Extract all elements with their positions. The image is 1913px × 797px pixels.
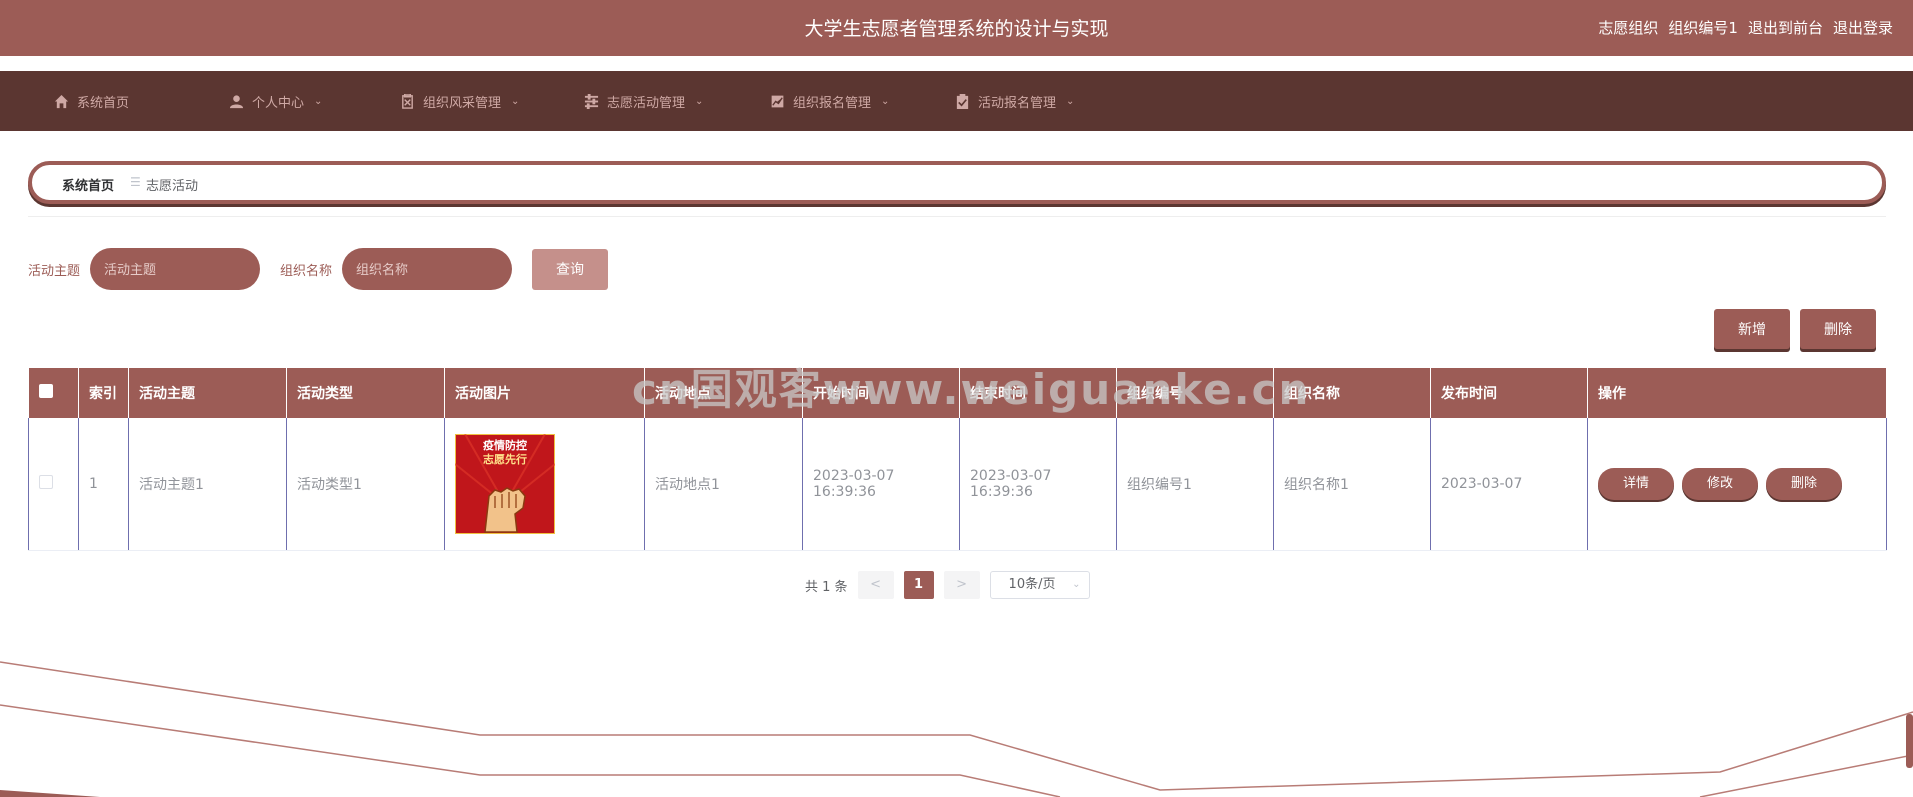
column-header: 发布时间 bbox=[1430, 368, 1588, 418]
chevron-down-icon: ⌄ bbox=[881, 95, 890, 107]
cell-index: 1 bbox=[78, 418, 129, 551]
user-role: 志愿组织 bbox=[1598, 19, 1659, 37]
page-size-select[interactable]: 10条/页 ⌄ bbox=[989, 571, 1090, 599]
table-header-row: 索引 活动主题 活动类型 活动图片 活动地点 开始时间 结束时间 组织编号 组织… bbox=[28, 368, 1887, 418]
nav-item-org-registration[interactable]: 组织报名管理 ⌄ bbox=[770, 71, 889, 131]
column-header: 活动主题 bbox=[128, 368, 287, 418]
select-all-checkbox[interactable] bbox=[38, 384, 53, 398]
batch-delete-button[interactable]: 删除 bbox=[1800, 309, 1876, 349]
nav-item-label: 组织风采管理 bbox=[423, 95, 502, 111]
page-size-value: 10条/页 bbox=[1008, 577, 1056, 592]
activity-table: 索引 活动主题 活动类型 活动图片 活动地点 开始时间 结束时间 组织编号 组织… bbox=[28, 368, 1887, 551]
column-header: 活动地点 bbox=[644, 368, 803, 418]
column-header: 组织名称 bbox=[1273, 368, 1431, 418]
image-caption-line1: 疫情防控 bbox=[483, 438, 527, 452]
nav-item-personal-center[interactable]: 个人中心 ⌄ bbox=[229, 71, 322, 131]
row-checkbox[interactable] bbox=[39, 474, 53, 489]
cell-start-time: 2023-03-07 16:39:36 bbox=[802, 418, 960, 551]
exit-to-front-link[interactable]: 退出到前台 bbox=[1748, 17, 1823, 38]
total-count: 共 1 条 bbox=[805, 579, 848, 595]
row-select-cell[interactable] bbox=[28, 418, 79, 551]
breadcrumb: 系统首页 ☰ 志愿活动 bbox=[28, 161, 1886, 204]
topic-search-input[interactable] bbox=[90, 248, 261, 290]
header-user-area: 志愿组织 组织编号1 退出到前台 退出登录 bbox=[1598, 17, 1893, 38]
column-header: 活动类型 bbox=[286, 368, 445, 418]
scrollbar-thumb[interactable] bbox=[1906, 714, 1913, 768]
divider bbox=[28, 216, 1886, 217]
sliders-icon bbox=[584, 93, 599, 109]
next-page-button[interactable]: > bbox=[943, 571, 980, 599]
cell-type: 活动类型1 bbox=[286, 418, 445, 551]
nav-item-label: 活动报名管理 bbox=[978, 95, 1057, 111]
logout-link[interactable]: 退出登录 bbox=[1833, 17, 1893, 38]
org-name-label: 组织名称 bbox=[280, 263, 333, 279]
chevron-down-icon: ⌄ bbox=[511, 95, 520, 107]
chevron-down-icon: ⌄ bbox=[695, 95, 704, 107]
pagination: 共 1 条 < 1 > 10条/页 ⌄ bbox=[805, 571, 1090, 599]
add-button[interactable]: 新增 bbox=[1714, 309, 1790, 349]
table-row: 1 活动主题1 活动类型1 疫情防控 志愿先行 活动地点1 2023-03-07… bbox=[28, 418, 1887, 551]
org-name-search-input[interactable] bbox=[342, 248, 513, 290]
home-icon bbox=[54, 94, 69, 108]
cell-location: 活动地点1 bbox=[644, 418, 803, 551]
edit-button[interactable]: 修改 bbox=[1682, 467, 1758, 500]
top-header: 大学生志愿者管理系统的设计与实现 志愿组织 组织编号1 退出到前台 退出登录 bbox=[0, 0, 1913, 56]
column-header: 组织编号 bbox=[1116, 368, 1274, 418]
row-delete-button[interactable]: 删除 bbox=[1766, 467, 1842, 500]
cell-operations: 详情 修改 删除 bbox=[1587, 418, 1887, 551]
decorative-background-lines bbox=[0, 661, 1913, 797]
column-header: 开始时间 bbox=[802, 368, 960, 418]
query-button[interactable]: 查询 bbox=[532, 248, 609, 290]
page-number[interactable]: 1 bbox=[903, 571, 934, 599]
cell-image: 疫情防控 志愿先行 bbox=[444, 418, 645, 551]
cell-end-time: 2023-03-07 16:39:36 bbox=[959, 418, 1117, 551]
breadcrumb-separator: ☰ bbox=[130, 175, 141, 189]
nav-item-label: 系统首页 bbox=[77, 95, 130, 111]
detail-button[interactable]: 详情 bbox=[1598, 467, 1674, 500]
chevron-down-icon: ⌄ bbox=[314, 95, 323, 107]
column-header: 活动图片 bbox=[444, 368, 645, 418]
nav-item-volunteer-activity[interactable]: 志愿活动管理 ⌄ bbox=[584, 71, 703, 131]
cell-topic: 活动主题1 bbox=[128, 418, 287, 551]
search-form: 活动主题 组织名称 查询 bbox=[28, 248, 609, 290]
main-nav: 系统首页 个人中心 ⌄ 组织风采管理 ⌄ 志愿活动管理 ⌄ 组织报名管理 ⌄ 活… bbox=[0, 71, 1913, 131]
nav-item-activity-registration[interactable]: 活动报名管理 ⌄ bbox=[955, 71, 1074, 131]
image-caption-line2: 志愿先行 bbox=[483, 452, 527, 466]
column-header: 索引 bbox=[78, 368, 129, 418]
column-header: 操作 bbox=[1587, 368, 1887, 418]
clipboard-icon bbox=[402, 93, 413, 109]
chevron-down-icon: ⌄ bbox=[1072, 579, 1081, 590]
topic-label: 活动主题 bbox=[28, 263, 81, 279]
cell-org-code: 组织编号1 bbox=[1116, 418, 1274, 551]
nav-item-label: 个人中心 bbox=[252, 95, 305, 111]
column-header: 结束时间 bbox=[959, 368, 1117, 418]
breadcrumb-home[interactable]: 系统首页 bbox=[62, 175, 114, 194]
select-all-cell[interactable] bbox=[28, 368, 79, 418]
prev-page-button[interactable]: < bbox=[857, 571, 894, 599]
user-icon bbox=[229, 94, 244, 108]
user-name: 组织编号1 bbox=[1668, 19, 1738, 37]
cell-publish-time: 2023-03-07 bbox=[1430, 418, 1588, 551]
check-clipboard-icon bbox=[956, 93, 969, 109]
nav-item-label: 志愿活动管理 bbox=[607, 95, 686, 111]
nav-item-label: 组织报名管理 bbox=[793, 95, 872, 111]
breadcrumb-current: 志愿活动 bbox=[146, 179, 199, 194]
activity-image[interactable]: 疫情防控 志愿先行 bbox=[455, 433, 555, 534]
cell-org-name: 组织名称1 bbox=[1273, 418, 1431, 551]
chart-icon bbox=[770, 93, 785, 109]
chevron-down-icon: ⌄ bbox=[1066, 95, 1075, 107]
nav-item-home[interactable]: 系统首页 bbox=[54, 71, 129, 131]
nav-item-org-style[interactable]: 组织风采管理 ⌄ bbox=[400, 71, 519, 131]
